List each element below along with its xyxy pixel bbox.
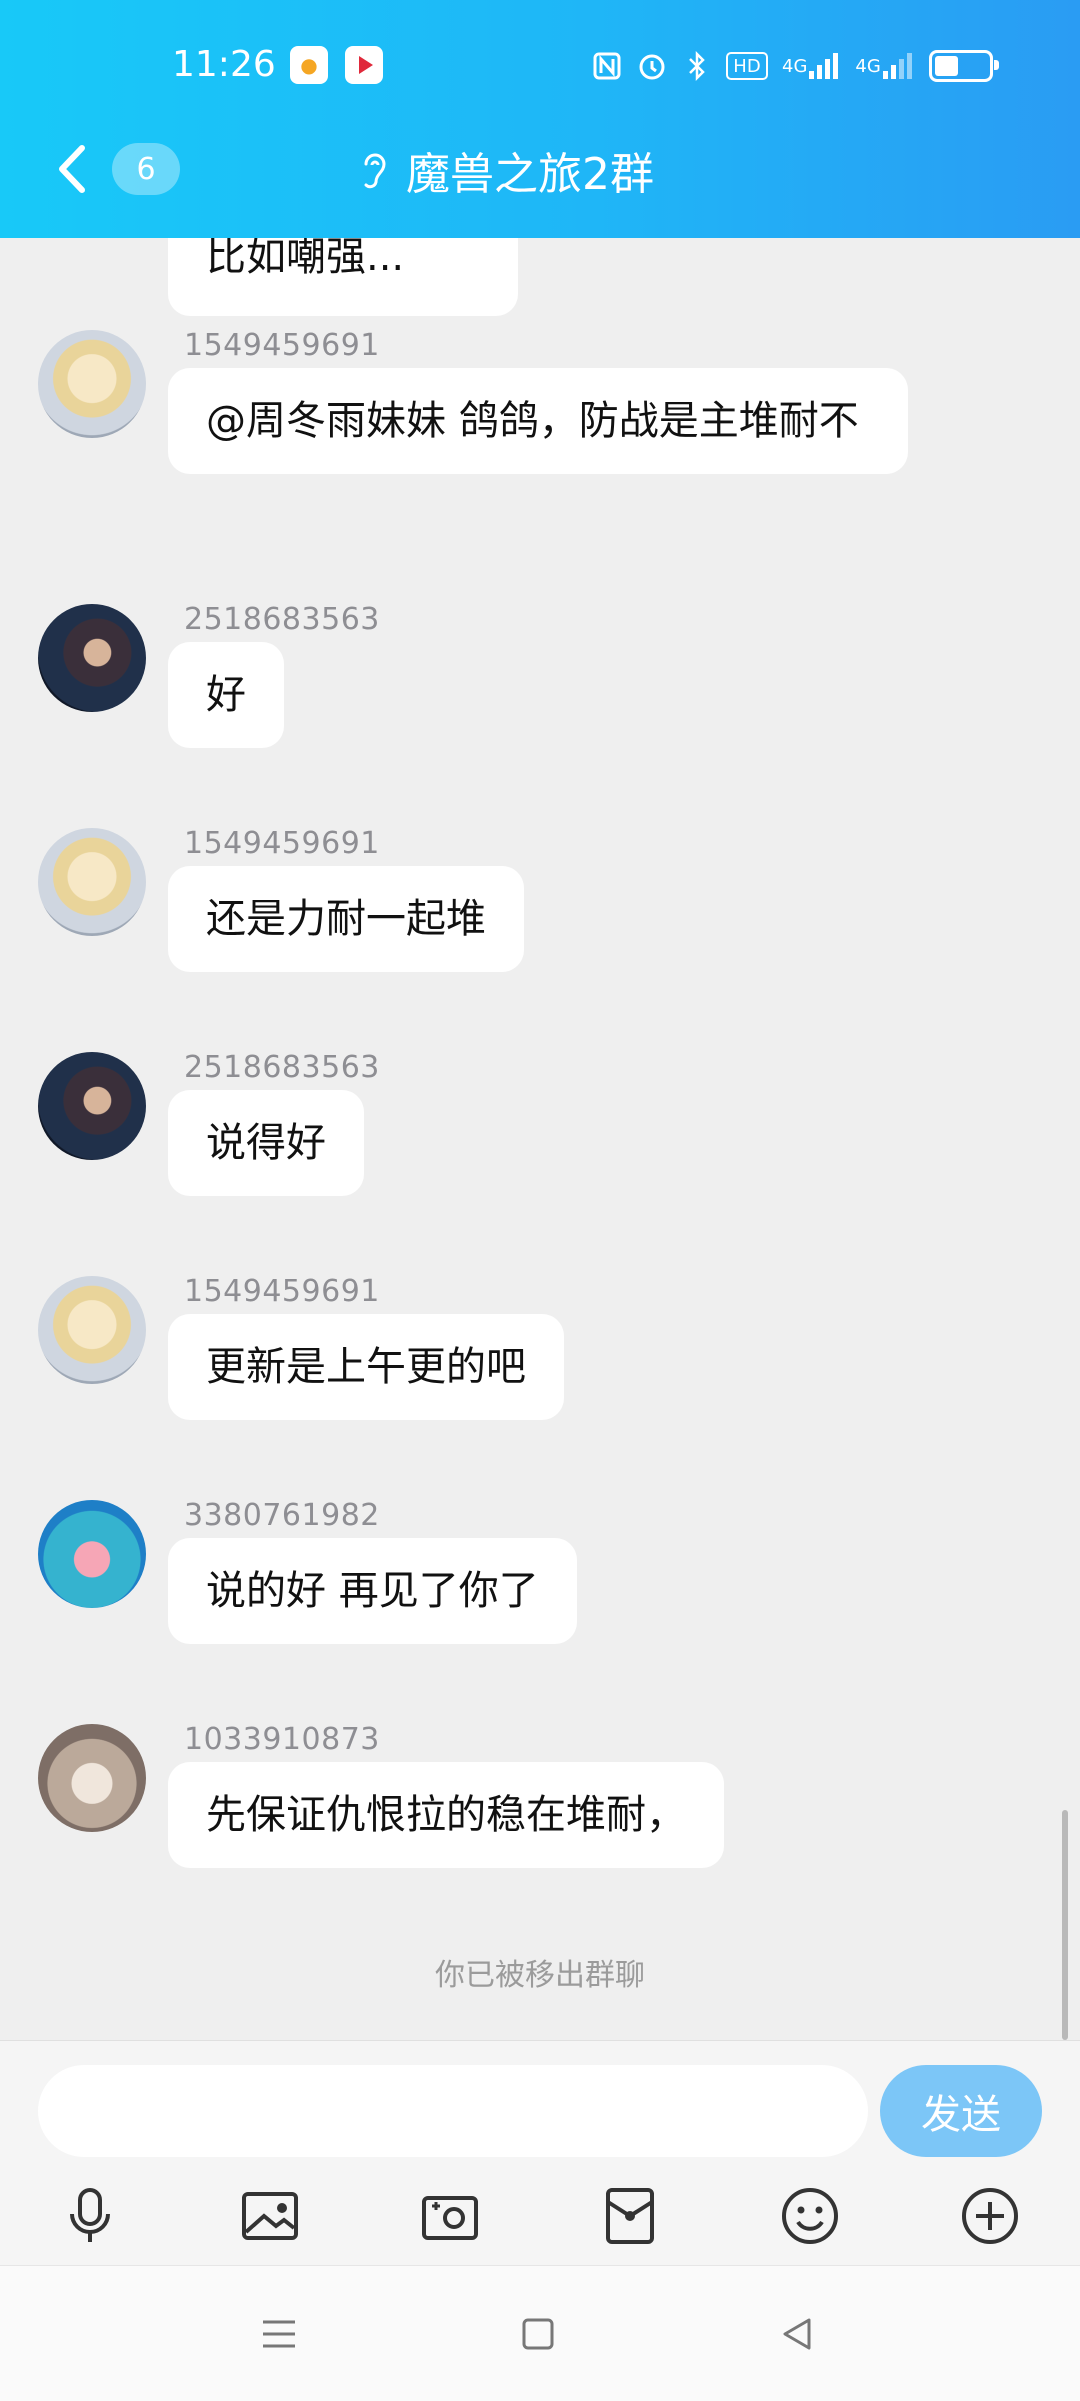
title-area[interactable]: 魔兽之旅2群 — [356, 140, 654, 200]
sender-name: 1549459691 — [184, 1274, 380, 1309]
emoji-icon[interactable] — [770, 2176, 850, 2256]
message-input[interactable] — [38, 2065, 868, 2157]
bluetooth-icon — [682, 49, 712, 83]
battery-icon — [928, 50, 999, 82]
back-button[interactable] — [50, 140, 94, 198]
alarm-icon — [636, 49, 668, 83]
sender-name: 2518683563 — [184, 1050, 380, 1085]
avatar[interactable] — [38, 1724, 146, 1832]
input-bar: 发送 — [0, 2040, 1080, 2266]
message-text: 更新是上午更的吧 — [206, 1344, 526, 1390]
message-text: 说的好 再见了你了 — [206, 1568, 539, 1614]
back-nav-icon[interactable] — [762, 2304, 832, 2364]
message-bubble[interactable]: 更新是上午更的吧 — [168, 1314, 564, 1420]
message-text: @周冬雨妹妹 鸽鸽，防战是主堆耐不 — [206, 398, 859, 444]
message-bubble[interactable]: 还是力耐一起堆 — [168, 866, 524, 972]
status-time: 11:26 — [172, 44, 276, 85]
sender-name: 1549459691 — [184, 328, 380, 363]
signal-4g-icon: 4G — [782, 49, 841, 83]
network-label: 4G — [782, 55, 808, 77]
app-notification-icon: ● — [290, 46, 328, 84]
home-icon[interactable] — [503, 2304, 573, 2364]
sender-name: 1549459691 — [184, 826, 380, 861]
message-text: 还是力耐一起堆 — [206, 896, 486, 942]
camera-icon[interactable] — [410, 2176, 490, 2256]
message-bubble[interactable]: 说的好 再见了你了 — [168, 1538, 577, 1644]
message-text: 比如嘲强... — [206, 238, 405, 280]
avatar[interactable] — [38, 1052, 146, 1160]
chat-title: 魔兽之旅2群 — [406, 149, 654, 200]
nfc-icon — [592, 49, 622, 83]
image-icon[interactable] — [230, 2176, 310, 2256]
sender-name: 1033910873 — [184, 1722, 380, 1757]
earpiece-icon — [364, 153, 386, 189]
avatar[interactable] — [38, 1276, 146, 1384]
message-text: 说得好 — [206, 1120, 326, 1166]
input-toolbar — [0, 2176, 1080, 2256]
system-nav-bar — [0, 2265, 1080, 2401]
message-bubble[interactable]: @周冬雨妹妹 鸽鸽，防战是主堆耐不 — [168, 368, 908, 474]
scrollbar[interactable] — [1062, 1810, 1068, 2040]
plus-icon[interactable] — [950, 2176, 1030, 2256]
sender-name: 3380761982 — [184, 1498, 380, 1533]
unread-badge[interactable]: 6 — [112, 143, 180, 195]
send-button[interactable]: 发送 — [880, 2065, 1042, 2157]
message-bubble[interactable]: 说得好 — [168, 1090, 364, 1196]
message-bubble[interactable]: 好 — [168, 642, 284, 748]
status-icons: HD 4G 4G — [592, 46, 999, 86]
red-packet-icon[interactable] — [590, 2176, 670, 2256]
sender-name: 2518683563 — [184, 602, 380, 637]
message-text: 好 — [206, 672, 246, 718]
message-text: 先保证仇恨拉的稳在堆耐， — [206, 1792, 686, 1838]
video-app-notification-icon — [345, 46, 383, 84]
network-label: 4G — [855, 55, 881, 77]
menu-icon[interactable] — [244, 2304, 314, 2364]
message-bubble[interactable]: 先保证仇恨拉的稳在堆耐， — [168, 1762, 724, 1868]
message-bubble[interactable]: 比如嘲强... — [168, 238, 518, 316]
chat-header: 11:26 ● HD 4G 4G 6 魔兽之旅2群 — [0, 0, 1080, 238]
system-notice: 你已被移出群聊 — [435, 1958, 645, 1993]
signal-4g-icon: 4G — [855, 49, 914, 83]
avatar[interactable] — [38, 330, 146, 438]
avatar[interactable] — [38, 604, 146, 712]
avatar[interactable] — [38, 828, 146, 936]
hd-icon: HD — [726, 52, 768, 80]
microphone-icon[interactable] — [50, 2176, 130, 2256]
message-list[interactable]: 比如嘲强... 1549459691 @周冬雨妹妹 鸽鸽，防战是主堆耐不 251… — [0, 238, 1080, 2040]
avatar[interactable] — [38, 1500, 146, 1608]
